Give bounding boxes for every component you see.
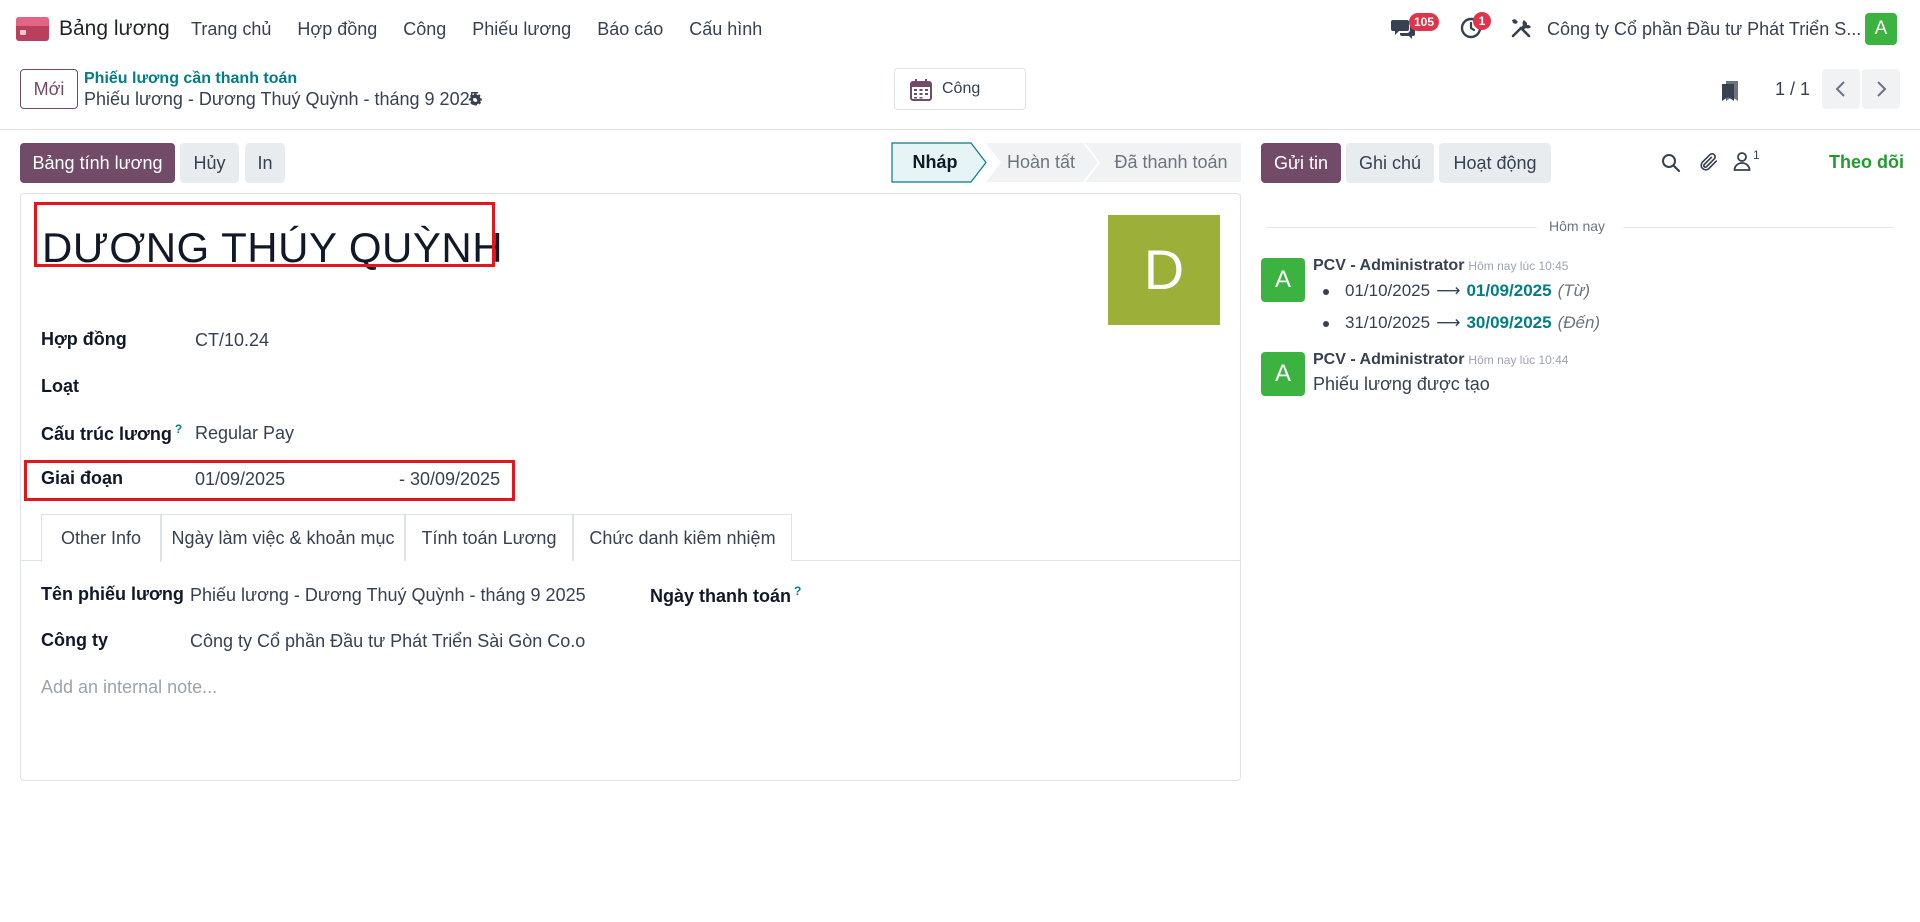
company-switcher[interactable]: Công ty Cổ phần Đầu tư Phát Triển S... (1547, 19, 1861, 40)
message-timestamp: Hôm nay lúc 10:44 (1468, 353, 1569, 367)
menu-item-reports[interactable]: Báo cáo (597, 19, 663, 40)
breadcrumb-current: Phiếu lương - Dương Thuý Quỳnh - tháng 9… (84, 89, 480, 109)
bookmark-icon[interactable] (1720, 78, 1742, 107)
messages-badge: 105 (1409, 13, 1440, 31)
calendar-icon (909, 78, 933, 107)
message-body: Phiếu lương được tạo (1313, 374, 1490, 394)
menu-item-work-entries[interactable]: Công (403, 19, 446, 40)
menu-item-home[interactable]: Trang chủ (191, 19, 271, 40)
top-navbar: Bảng lương Trang chủ Hợp đồng Công Phiếu… (0, 0, 1920, 58)
chevron-left-icon (1835, 81, 1845, 97)
payment-date-label: Ngày thanh toán? (650, 584, 802, 606)
message-author[interactable]: PCV - Administrator Hôm nay lúc 10:45 (1313, 257, 1568, 275)
activities-badge: 1 (1473, 12, 1491, 30)
pager-next-button[interactable] (1862, 69, 1900, 109)
pager-previous-button[interactable] (1822, 69, 1860, 109)
salary-structure-label: Cấu trúc lương? (41, 422, 183, 444)
help-tooltip-icon[interactable]: ? (175, 422, 182, 436)
message-author[interactable]: PCV - Administrator Hôm nay lúc 10:44 (1313, 351, 1568, 369)
message-timestamp: Hôm nay lúc 10:45 (1468, 259, 1569, 273)
activities-button[interactable]: Hoạt động (1439, 143, 1551, 183)
send-message-button[interactable]: Gửi tin (1261, 143, 1341, 183)
breadcrumb-parent[interactable]: Phiếu lương cần thanh toán (84, 70, 297, 88)
menu-item-contracts[interactable]: Hợp đồng (297, 19, 377, 40)
tab-salary-computation[interactable]: Tính toán Lương (405, 514, 573, 561)
batch-label: Loạt (41, 376, 79, 396)
status-draft[interactable]: Nháp (891, 142, 979, 183)
follow-button[interactable]: Theo dõi (1829, 152, 1904, 173)
company-field[interactable]: Công ty Cổ phần Đầu tư Phát Triển Sài Gò… (190, 631, 585, 652)
tab-concurrent-positions[interactable]: Chức danh kiêm nhiệm (573, 514, 792, 561)
arrow-right-icon: ⟶ (1436, 313, 1461, 332)
message-author-avatar[interactable]: A (1261, 352, 1305, 396)
new-button[interactable]: Mới (20, 69, 78, 109)
tab-other-info[interactable]: Other Info (41, 514, 161, 562)
user-avatar[interactable]: A (1865, 13, 1897, 45)
print-button[interactable]: In (245, 143, 285, 183)
status-paid[interactable]: Đã thanh toán (1101, 142, 1241, 183)
date-separator: Hôm nay (1266, 217, 1894, 237)
tracking-change-to: 31/10/2025 ⟶ 30/09/2025 (Đến) (1323, 313, 1600, 333)
tracking-change-from: 01/10/2025 ⟶ 01/09/2025 (Từ) (1323, 281, 1590, 301)
log-note-button[interactable]: Ghi chú (1346, 143, 1434, 183)
contract-field[interactable]: CT/10.24 (195, 330, 269, 351)
contract-label: Hợp đồng (41, 329, 127, 349)
highlight-box-period (24, 460, 515, 501)
smart-button-label: Công (942, 80, 981, 97)
paperclip-icon[interactable] (1698, 151, 1720, 178)
highlight-box-name (34, 202, 495, 267)
date-separator-label: Hôm nay (1549, 218, 1606, 234)
payslip-name-label: Tên phiếu lương (41, 584, 184, 604)
tab-worked-days-inputs[interactable]: Ngày làm việc & khoản mục (161, 514, 405, 561)
tools-icon[interactable] (1510, 17, 1532, 44)
menu-item-payslips[interactable]: Phiếu lương (472, 19, 571, 40)
payment-date-field[interactable] (841, 582, 1221, 608)
menu-item-configuration[interactable]: Cấu hình (689, 19, 762, 40)
chevron-right-icon (1877, 81, 1887, 97)
pager-value[interactable]: 1 / 1 (1775, 79, 1810, 100)
followers-icon[interactable] (1733, 151, 1751, 176)
control-panel: Mới Phiếu lương cần thanh toán Phiếu lươ… (0, 58, 1920, 130)
compute-sheet-button[interactable]: Bảng tính lương (20, 143, 175, 183)
status-bar: Nháp Hoàn tất Đã thanh toán (891, 142, 1241, 183)
status-done[interactable]: Hoàn tất (991, 142, 1091, 183)
cancel-button[interactable]: Hủy (180, 143, 239, 183)
salary-structure-field[interactable]: Regular Pay (195, 423, 294, 444)
work-entries-smart-button[interactable]: Công (894, 68, 1026, 110)
payslip-name-field[interactable]: Phiếu lương - Dương Thuý Quỳnh - tháng 9… (190, 585, 586, 606)
company-label: Công ty (41, 630, 108, 650)
app-name[interactable]: Bảng lương (59, 17, 170, 41)
message-author-avatar[interactable]: A (1261, 258, 1305, 302)
arrow-right-icon: ⟶ (1436, 281, 1461, 300)
main-menu: Trang chủ Hợp đồng Công Phiếu lương Báo … (191, 19, 762, 40)
search-icon[interactable] (1661, 153, 1681, 178)
payroll-app-icon[interactable] (16, 17, 49, 41)
help-tooltip-icon[interactable]: ? (794, 584, 801, 598)
batch-field[interactable] (195, 374, 695, 400)
form-sheet: DƯƠNG THÚY QUỲNH D Hợp đồng CT/10.24 Loạ… (20, 193, 1241, 781)
internal-note-field[interactable]: Add an internal note... (41, 677, 217, 698)
followers-count: 1 (1753, 148, 1760, 162)
employee-avatar[interactable]: D (1108, 215, 1220, 325)
gear-icon[interactable] (467, 91, 484, 113)
